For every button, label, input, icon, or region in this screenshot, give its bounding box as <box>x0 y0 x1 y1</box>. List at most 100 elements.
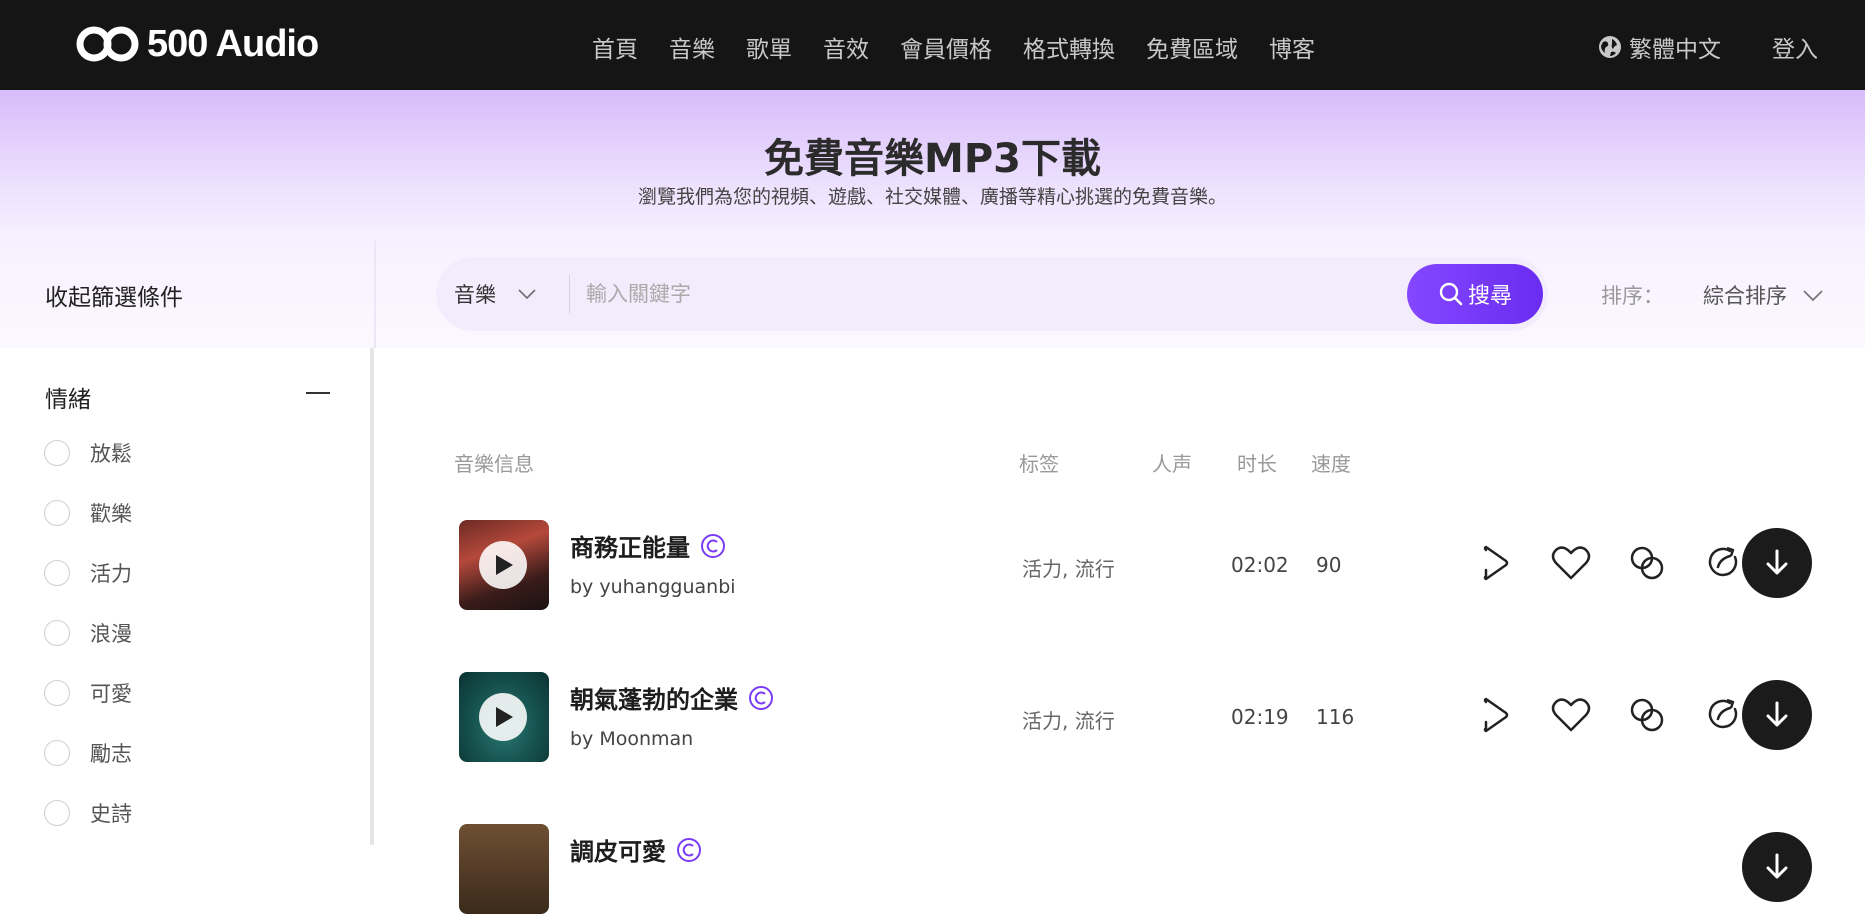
copyright-icon <box>749 685 773 710</box>
language-selector[interactable]: 繁體中文 <box>1597 30 1721 64</box>
track-thumbnail[interactable] <box>459 672 549 762</box>
column-header-vocal: 人声 <box>1152 452 1192 476</box>
filter-option-label: 浪漫 <box>90 622 132 646</box>
copyright-icon <box>701 533 725 558</box>
logo-text: 500 Audio <box>147 22 319 65</box>
column-header-tags: 标签 <box>1019 452 1059 476</box>
globe-icon <box>1599 36 1621 58</box>
column-header-duration: 时长 <box>1237 452 1277 476</box>
track-title-text: 調皮可愛 <box>570 838 666 866</box>
logo[interactable]: 500 Audio <box>75 22 319 65</box>
heart-icon <box>1551 546 1591 580</box>
track-title-text: 商務正能量 <box>570 534 690 562</box>
radio-button[interactable] <box>44 740 70 766</box>
download-arrow-icon <box>1766 701 1788 727</box>
table-row: 商務正能量 by yuhangguanbi 活力, 流行 02:02 90 <box>459 520 1839 612</box>
filter-option[interactable]: 歡樂 <box>44 498 132 528</box>
category-dropdown[interactable]: 音樂 <box>454 279 538 309</box>
favorite-button[interactable] <box>1546 690 1596 740</box>
track-duration: 02:19 <box>1231 705 1289 729</box>
main-nav: 首頁 音樂 歌單 音效 會員價格 格式轉換 免費區域 博客 <box>592 30 1346 64</box>
nav-sound-effects[interactable]: 音效 <box>823 30 869 64</box>
search-button-label: 搜尋 <box>1467 283 1512 308</box>
filter-option-label: 活力 <box>90 562 132 586</box>
page-title: 免費音樂MP3下載 <box>764 136 1101 182</box>
table-row: 朝氣蓬勃的企業 by Moonman 活力, 流行 02:19 116 <box>459 672 1839 764</box>
nav-playlists[interactable]: 歌單 <box>746 30 792 64</box>
radio-button[interactable] <box>44 680 70 706</box>
heart-icon <box>1551 698 1591 732</box>
filter-option[interactable]: 可愛 <box>44 678 132 708</box>
radio-button[interactable] <box>44 620 70 646</box>
track-author[interactable]: by Moonman <box>570 728 693 750</box>
hero-banner: 免費音樂MP3下載 瀏覽我們為您的視頻、遊戲、社交媒體、廣播等精心挑選的免費音樂… <box>0 90 1865 240</box>
page-subtitle: 瀏覽我們為您的視頻、遊戲、社交媒體、廣播等精心挑選的免費音樂。 <box>637 186 1227 208</box>
collapse-filters-button[interactable]: 收起篩選條件 <box>45 278 183 312</box>
play-overlay-button[interactable] <box>479 541 527 589</box>
login-link[interactable]: 登入 <box>1772 30 1818 64</box>
track-bpm: 116 <box>1316 705 1355 729</box>
sort-dropdown[interactable]: 綜合排序 <box>1703 280 1825 310</box>
nav-home[interactable]: 首頁 <box>592 30 638 64</box>
copyright-icon <box>677 837 701 862</box>
column-header-info: 音樂信息 <box>454 452 534 476</box>
download-arrow-icon <box>1766 549 1788 575</box>
filter-sidebar: 情緒 放鬆 歡樂 活力 浪漫 可愛 勵志 史詩 <box>0 348 372 845</box>
sidebar-scrollbar[interactable] <box>370 348 374 845</box>
download-arrow-icon <box>1766 853 1788 879</box>
filter-option-label: 放鬆 <box>90 442 132 466</box>
search-button[interactable]: 搜尋 <box>1407 264 1543 324</box>
overlap-circles-icon <box>1630 698 1664 732</box>
search-input[interactable] <box>586 275 1286 313</box>
language-label: 繁體中文 <box>1629 37 1721 63</box>
radio-button[interactable] <box>44 500 70 526</box>
filter-option[interactable]: 勵志 <box>44 738 132 768</box>
nav-pricing[interactable]: 會員價格 <box>900 30 992 64</box>
favorite-button[interactable] <box>1546 538 1596 588</box>
track-bpm: 90 <box>1316 553 1342 577</box>
track-tags: 活力, 流行 <box>1022 709 1115 733</box>
similar-button[interactable] <box>1622 690 1672 740</box>
filter-option-label: 史詩 <box>90 802 132 826</box>
search-box: 音樂 搜尋 <box>436 257 1548 331</box>
chevron-down-icon <box>518 289 536 300</box>
overlap-circles-icon <box>1630 546 1664 580</box>
play-icon <box>496 555 513 575</box>
sort-label: 排序： <box>1601 284 1664 308</box>
play-icon <box>496 707 513 727</box>
play-button[interactable] <box>1470 690 1520 740</box>
play-outline-icon <box>1483 545 1509 581</box>
nav-format-convert[interactable]: 格式轉換 <box>1023 30 1115 64</box>
play-button[interactable] <box>1470 538 1520 588</box>
nav-free-zone[interactable]: 免費區域 <box>1146 30 1238 64</box>
nav-music[interactable]: 音樂 <box>669 30 715 64</box>
track-thumbnail[interactable] <box>459 824 549 914</box>
filter-option[interactable]: 放鬆 <box>44 438 132 468</box>
table-row: 調皮可愛 <box>459 824 1839 916</box>
filter-option-label: 可愛 <box>90 682 132 706</box>
track-author[interactable]: by yuhangguanbi <box>570 576 736 598</box>
track-title[interactable]: 商務正能量 <box>570 528 726 563</box>
play-outline-icon <box>1483 697 1509 733</box>
track-tags: 活力, 流行 <box>1022 557 1115 581</box>
track-thumbnail[interactable] <box>459 520 549 610</box>
download-button[interactable] <box>1742 832 1812 902</box>
radio-button[interactable] <box>44 440 70 466</box>
divider <box>569 275 570 313</box>
radio-button[interactable] <box>44 800 70 826</box>
download-button[interactable] <box>1742 528 1812 598</box>
column-header-bpm: 速度 <box>1311 452 1351 476</box>
search-filter-bar: 收起篩選條件 音樂 搜尋 排序： 綜合排序 <box>0 240 1865 348</box>
filter-option[interactable]: 浪漫 <box>44 618 132 648</box>
filter-option[interactable]: 史詩 <box>44 798 132 828</box>
download-button[interactable] <box>1742 680 1812 750</box>
nav-blog[interactable]: 博客 <box>1269 30 1315 64</box>
play-overlay-button[interactable] <box>479 693 527 741</box>
track-title[interactable]: 調皮可愛 <box>570 832 702 867</box>
collapse-group-icon[interactable] <box>306 392 330 394</box>
track-title[interactable]: 朝氣蓬勃的企業 <box>570 680 774 715</box>
radio-button[interactable] <box>44 560 70 586</box>
filter-option[interactable]: 活力 <box>44 558 132 588</box>
logo-icon <box>76 26 139 62</box>
similar-button[interactable] <box>1622 538 1672 588</box>
